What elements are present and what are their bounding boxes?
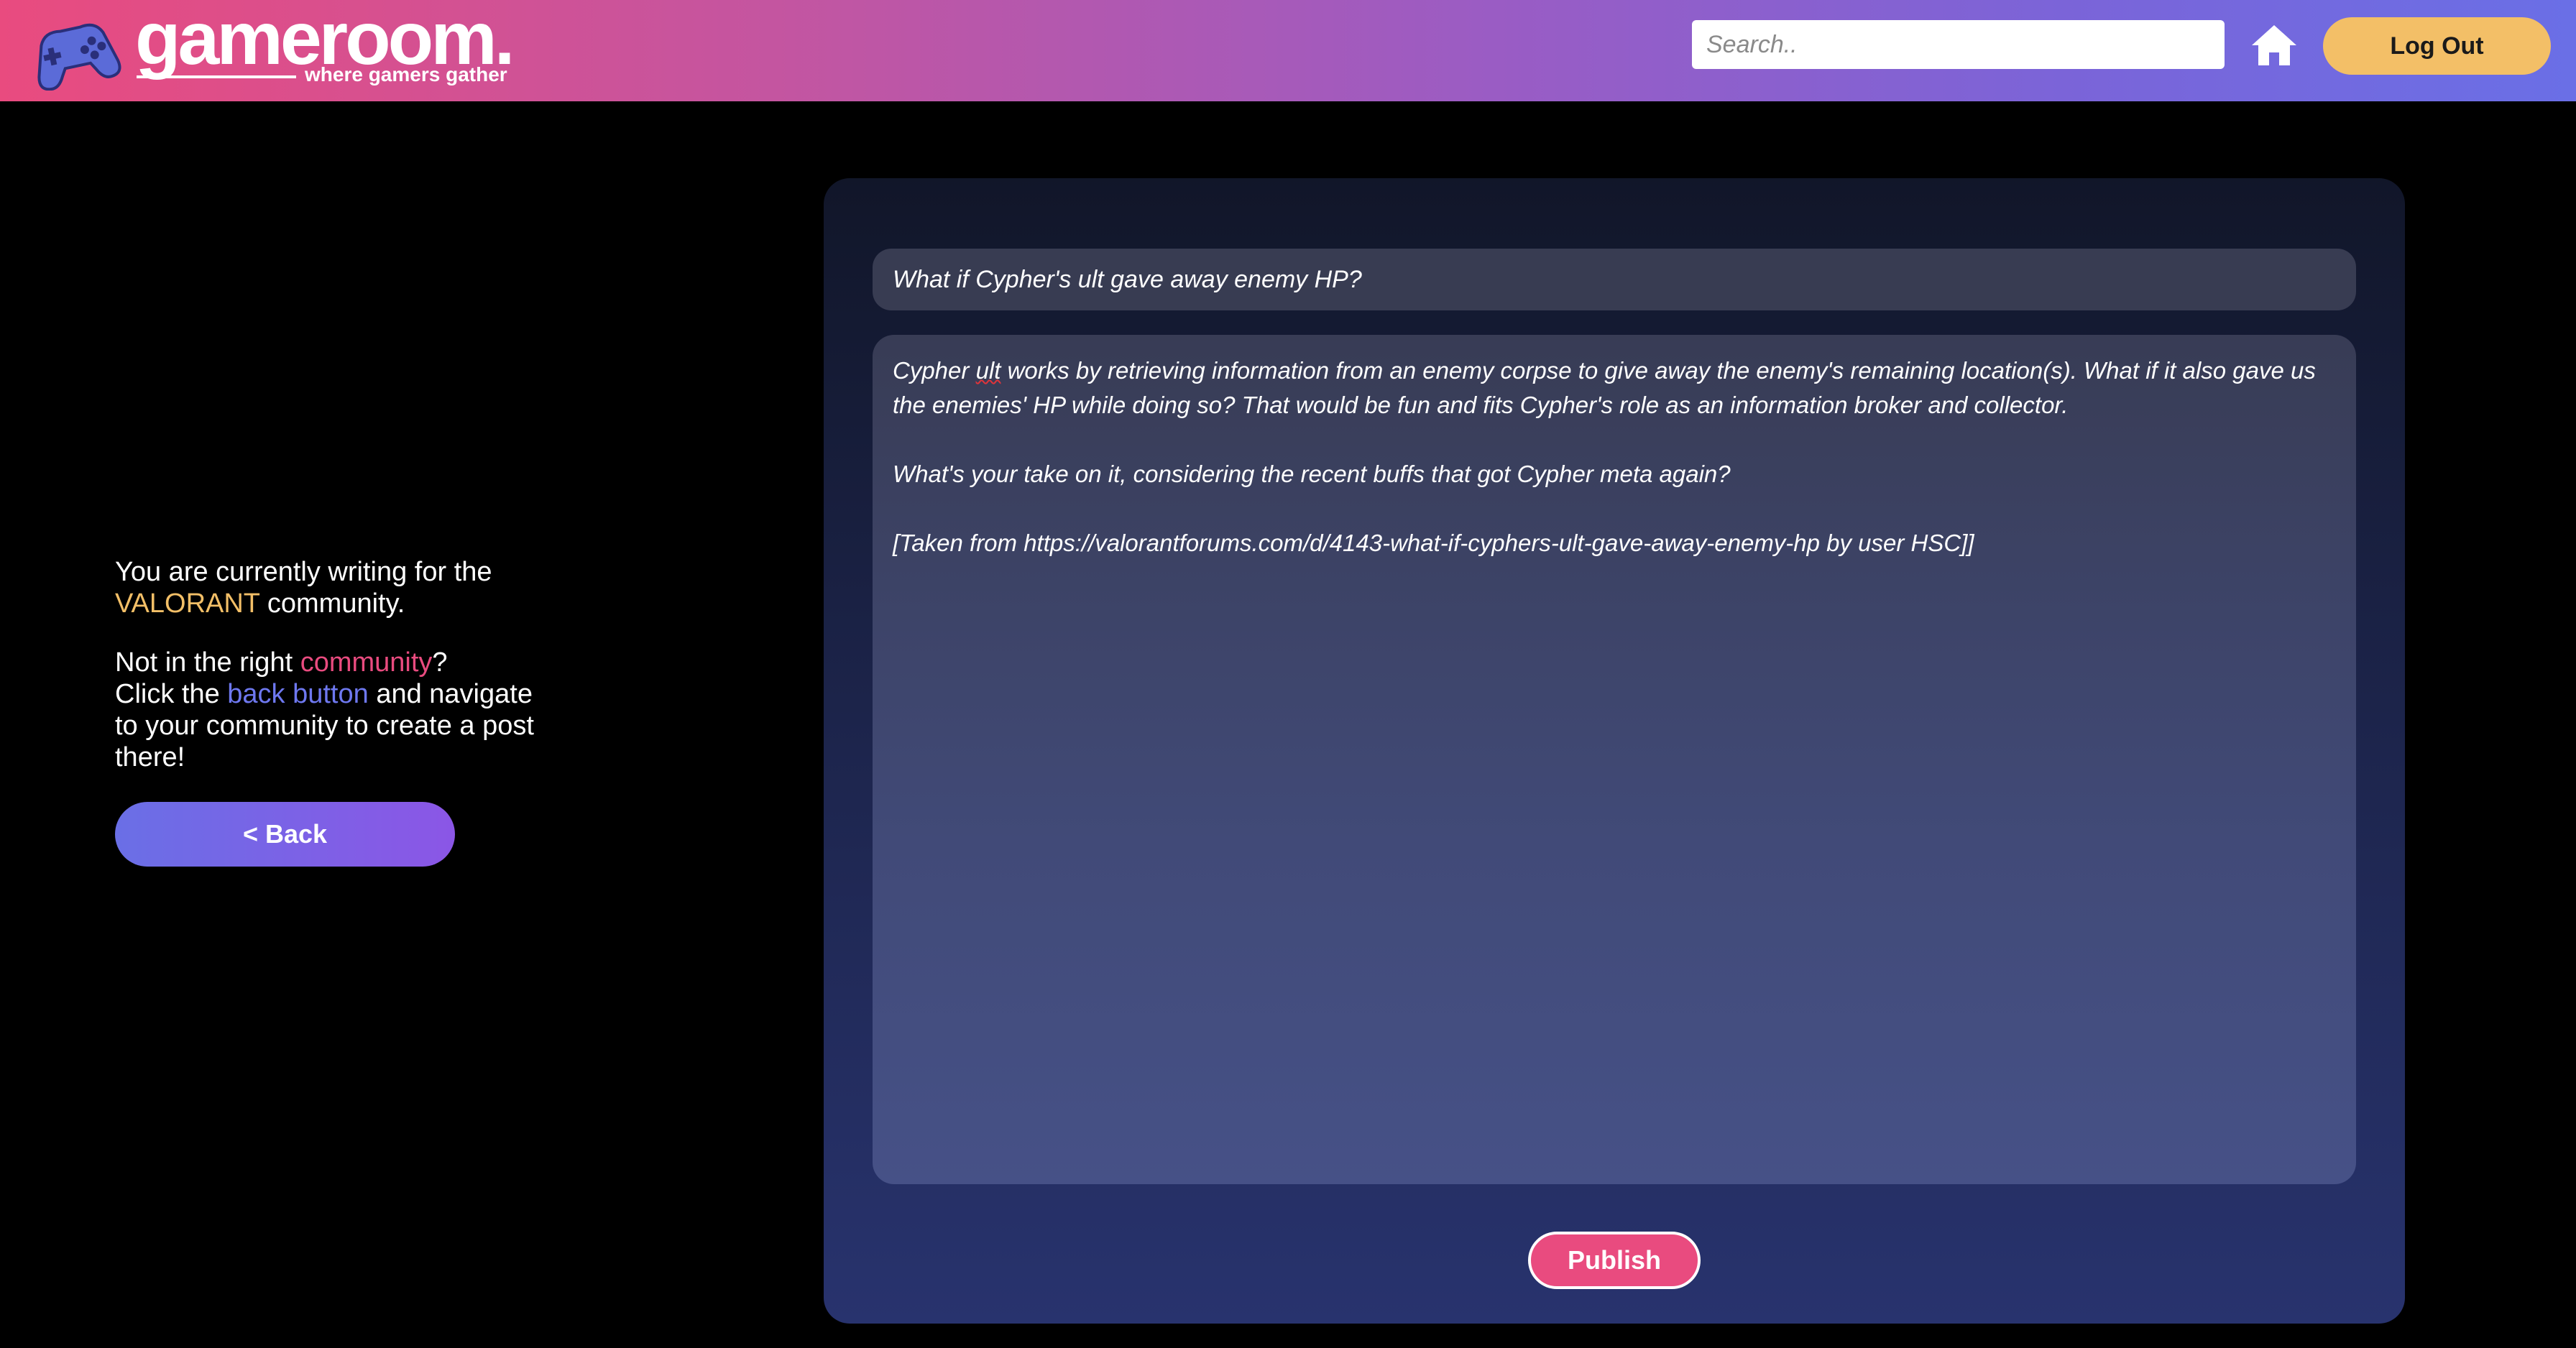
post-title-input[interactable] (873, 249, 2356, 310)
brand-tagline: where gamers gather (305, 63, 507, 86)
writing-prefix: You are currently writing for the (115, 557, 492, 587)
body-paragraph-2: What's your take on it, considering the … (893, 461, 1731, 487)
logout-button[interactable]: Log Out (2323, 17, 2551, 75)
body-text: Cypher (893, 357, 976, 384)
body-paragraph-1: Cypher ult works by retrieving informati… (893, 354, 2336, 423)
community-info: You are currently writing for the VALORA… (115, 556, 561, 773)
post-editor-panel: Cypher ult works by retrieving informati… (824, 178, 2405, 1324)
writing-for-text: You are currently writing for the VALORA… (115, 556, 561, 619)
top-navbar: gameroom. where gamers gather Log Out (0, 0, 2576, 101)
body-text: works by retrieving information from an … (893, 357, 2316, 418)
home-icon (2252, 25, 2296, 65)
writing-suffix: community. (259, 588, 405, 619)
publish-button[interactable]: Publish (1528, 1232, 1701, 1289)
wrong-suffix: ? (432, 647, 448, 678)
brand-logo[interactable]: gameroom. where gamers gather (27, 1, 530, 91)
back-button-hint: back button (227, 679, 369, 709)
misspelled-word: ult (975, 357, 1001, 384)
tagline-divider (137, 75, 296, 78)
community-name: VALORANT (115, 588, 260, 619)
community-word: community (300, 647, 433, 678)
back-button[interactable]: < Back (115, 802, 455, 867)
wrong-prefix: Not in the right (115, 647, 300, 678)
search-input[interactable] (1692, 20, 2225, 69)
wrong-community-text: Not in the right community? Click the ba… (115, 647, 561, 773)
home-button[interactable] (2245, 20, 2303, 70)
body-paragraph-3: [Taken from https://valorantforums.com/d… (893, 530, 1974, 556)
post-body-textarea[interactable]: Cypher ult works by retrieving informati… (873, 335, 2356, 1184)
click-prefix: Click the (115, 679, 228, 709)
gamepad-icon (37, 23, 121, 91)
